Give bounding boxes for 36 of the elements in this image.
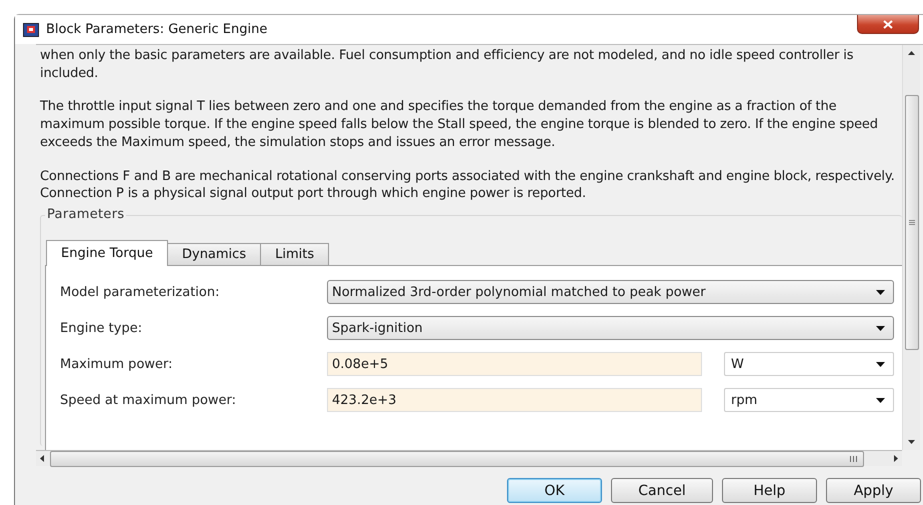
dialog-button[interactable]: Cancel (611, 478, 713, 503)
description-paragraph: when only the basic parameters are available. Fuel consumption and efficiency are not modeled, and no idle speed controller is included. (40, 47, 854, 82)
dropdown[interactable]: Spark-ignition (327, 316, 894, 340)
field-label: Engine type: (60, 320, 144, 336)
tab[interactable]: Engine Torque (46, 240, 168, 266)
close-button[interactable] (857, 15, 919, 34)
dialog-button[interactable]: Apply (826, 478, 921, 503)
scroll-thumb[interactable] (904, 95, 918, 350)
field-label: Speed at maximum power: (60, 392, 238, 408)
grip-icon (908, 220, 914, 225)
caret-icon (876, 326, 885, 331)
window-title: Block Parameters: Generic Engine (46, 22, 268, 37)
field-label: Model parameterization: (60, 284, 220, 300)
dialog-button[interactable]: OK (507, 478, 602, 503)
caret-icon (876, 362, 885, 367)
dialog-button[interactable]: Help (722, 478, 817, 503)
unit-dropdown[interactable]: rpm (724, 388, 894, 412)
vertical-scrollbar[interactable] (902, 45, 920, 450)
tab[interactable]: Limits (260, 242, 330, 265)
right-arrow-icon (894, 455, 898, 462)
input-field[interactable]: 423.2e+3 (327, 388, 702, 412)
up-arrow-icon (908, 51, 915, 55)
left-arrow-icon (40, 455, 44, 462)
caret-icon (876, 398, 885, 403)
input-field[interactable]: 0.08e+5 (327, 352, 702, 376)
unit-dropdown[interactable]: W (724, 352, 894, 376)
close-icon (883, 20, 893, 28)
dropdown[interactable]: Normalized 3rd-order polynomial matched to peak power (327, 280, 894, 304)
caret-icon (876, 290, 885, 295)
block-icon (23, 22, 39, 36)
grip-icon (850, 456, 857, 462)
down-arrow-icon (908, 440, 915, 444)
description-paragraph: The throttle input signal T lies between zero and one and specifies the torque demanded from the engine as a fraction of the maximum possible torque. If the engine speed falls below the Stall speed, the engine torque is blended to zero. If the engine speed exceeds the Maximum speed, the simulation stops and issues an error message. (40, 98, 879, 152)
tab[interactable]: Dynamics (166, 242, 262, 265)
field-label: Maximum power: (60, 356, 174, 372)
description-paragraph: Connections F and B are mechanical rotational conserving ports associated with the engine crankshaft and engine block, respectively. Connection P is a physical signal output port through which engine power is reported. (40, 168, 896, 203)
